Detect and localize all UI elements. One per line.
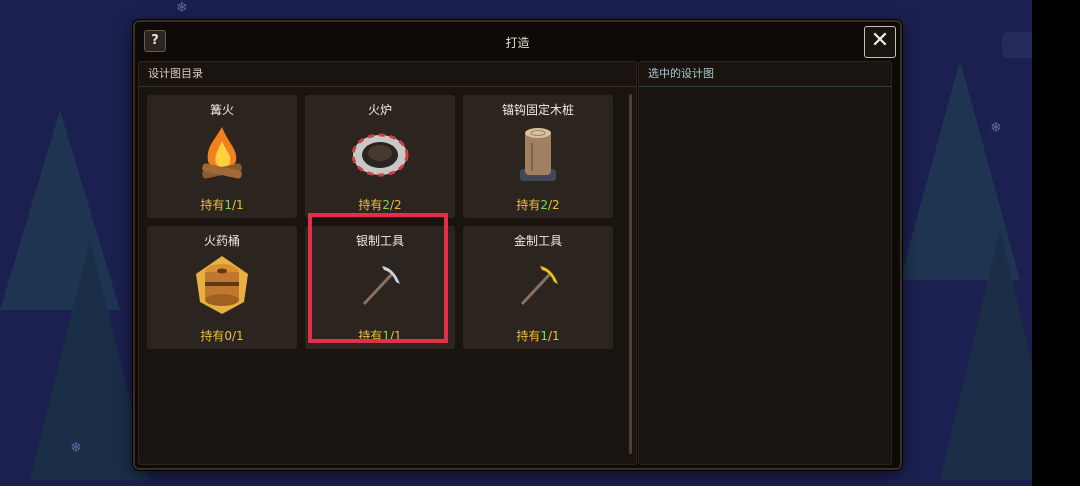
snowflake-icon: ❄ [70,440,82,456]
recipe-card-campfire[interactable]: 篝火 持有1/1 [147,95,297,218]
owned-count: 持有1/1 [516,329,560,343]
owned-count: 持有1/1 [358,329,402,343]
recipe-card-silver-tools[interactable]: 银制工具 持有1/1 [305,226,455,349]
silver-pickaxe-icon [362,266,400,306]
recipe-name: 篝火 [209,103,234,117]
selected-blueprint-header: 选中的设计图 [639,62,891,87]
powder-keg-icon [196,256,248,314]
catalog-scrollbar[interactable] [629,94,632,454]
campfire-icon [202,127,242,179]
snowflake-icon: ❄ [990,120,1002,136]
recipe-name: 火药桶 [203,234,240,248]
recipe-card-furnace[interactable]: 火炉 持有2/2 [305,95,455,218]
anchor-stake-icon [520,128,556,181]
furnace-icon [351,133,409,177]
side-button[interactable] [1002,32,1036,58]
blueprint-catalog-header: 设计图目录 [139,62,636,87]
pine-tree [30,240,150,480]
snowflake-icon: ❄ [176,0,188,16]
owned-count: 持有1/1 [200,198,244,212]
recipe-name: 火炉 [367,103,392,117]
selected-blueprint-panel: 选中的设计图 [638,61,892,465]
gold-pickaxe-icon [520,266,558,306]
close-button[interactable]: ✕ [864,26,896,58]
recipe-name: 银制工具 [355,234,404,248]
recipe-name: 金制工具 [513,234,562,248]
crafting-dialog: ? 打造 ✕ 设计图目录 篝火 持有1/1 火炉 持有2/2 锚钩固定木桩 持有… [133,20,902,470]
owned-count: 持有0/1 [200,329,244,343]
owned-count: 持有2/2 [358,198,402,212]
recipe-card-anchor-stake[interactable]: 锚钩固定木桩 持有2/2 [463,95,613,218]
dialog-title: 打造 [505,36,530,50]
recipe-name: 锚钩固定木桩 [501,103,574,117]
screen-edge-bar [1032,0,1080,486]
owned-count: 持有2/2 [516,198,560,212]
recipe-card-powder-keg[interactable]: 火药桶 持有0/1 [147,226,297,349]
recipe-card-gold-tools[interactable]: 金制工具 持有1/1 [463,226,613,349]
blueprint-catalog-panel: 设计图目录 篝火 持有1/1 火炉 持有2/2 锚钩固定木桩 持有2/2 火药桶… [138,61,637,465]
